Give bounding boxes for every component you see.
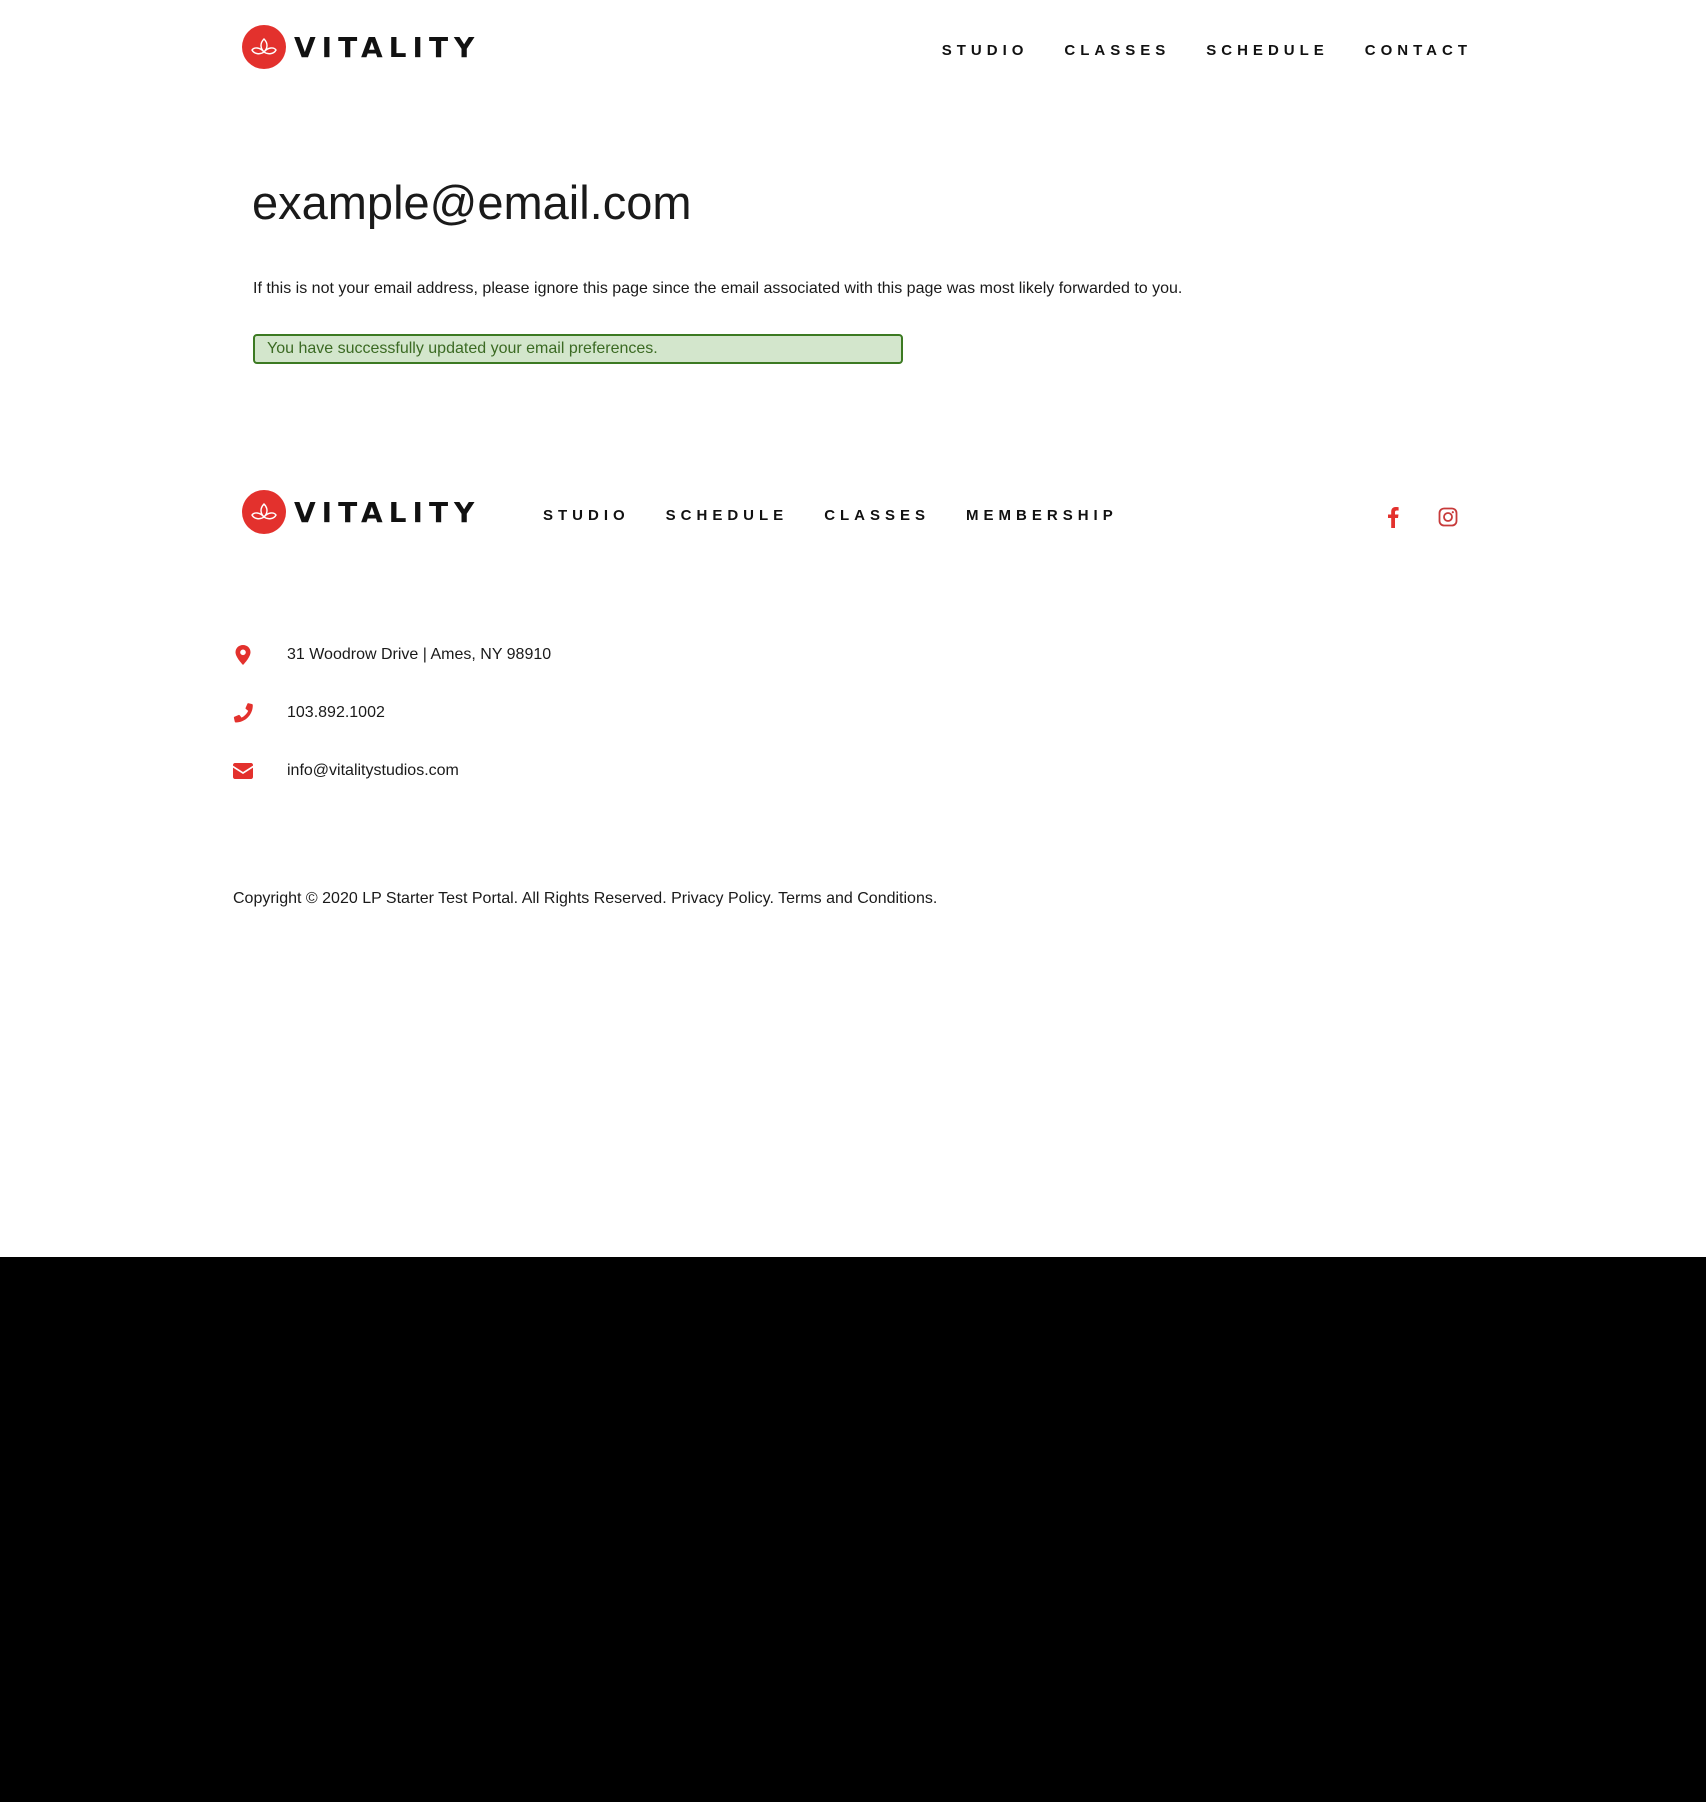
success-message: You have successfully updated your email… — [267, 340, 658, 357]
logo-wordmark: VITALITY — [294, 495, 481, 529]
envelope-icon — [232, 760, 254, 782]
contact-address: 31 Woodrow Drive | Ames, NY 98910 — [232, 644, 551, 666]
copyright-text: Copyright © 2020 LP Starter Test Portal.… — [233, 890, 667, 907]
contact-email: info@vitalitystudios.com — [232, 760, 459, 782]
nav-link-studio[interactable]: STUDIO — [942, 42, 1029, 59]
copyright: Copyright © 2020 LP Starter Test Portal.… — [233, 890, 937, 908]
nav-link-contact[interactable]: CONTACT — [1365, 42, 1472, 59]
logo-wordmark: VITALITY — [294, 30, 481, 64]
footer-link-schedule[interactable]: SCHEDULE — [666, 507, 789, 524]
phone-text: 103.892.1002 — [287, 704, 385, 721]
nav-link-schedule[interactable]: SCHEDULE — [1206, 42, 1329, 59]
footer-link-classes[interactable]: CLASSES — [824, 507, 930, 524]
success-alert: You have successfully updated your email… — [253, 334, 903, 364]
page: VITALITY STUDIO CLASSES SCHEDULE CONTACT… — [0, 0, 1706, 1257]
address-text: 31 Woodrow Drive | Ames, NY 98910 — [287, 646, 552, 663]
footer-link-studio[interactable]: STUDIO — [543, 507, 630, 524]
notice-text: If this is not your email address, pleas… — [253, 280, 1183, 297]
map-pin-icon — [232, 644, 254, 666]
facebook-icon[interactable] — [1380, 504, 1406, 530]
contact-phone: 103.892.1002 — [232, 702, 385, 724]
nav-link-classes[interactable]: CLASSES — [1064, 42, 1170, 59]
footer-link-membership[interactable]: MEMBERSHIP — [966, 507, 1118, 524]
email-text[interactable]: info@vitalitystudios.com — [287, 762, 459, 780]
lotus-icon — [242, 490, 286, 534]
lotus-icon — [242, 25, 286, 69]
footer-nav: STUDIO SCHEDULE CLASSES MEMBERSHIP — [543, 507, 1118, 524]
top-nav: STUDIO CLASSES SCHEDULE CONTACT — [942, 42, 1472, 59]
instagram-icon[interactable] — [1435, 504, 1461, 530]
empty-black-area — [0, 1257, 1706, 1802]
footer-logo[interactable]: VITALITY — [242, 490, 480, 534]
email-heading: example@email.com — [252, 176, 692, 229]
phone-icon — [232, 702, 254, 724]
terms-link[interactable]: Terms and Conditions. — [778, 890, 937, 907]
privacy-policy-link[interactable]: Privacy Policy. — [671, 890, 774, 907]
header-logo[interactable]: VITALITY — [242, 25, 480, 69]
